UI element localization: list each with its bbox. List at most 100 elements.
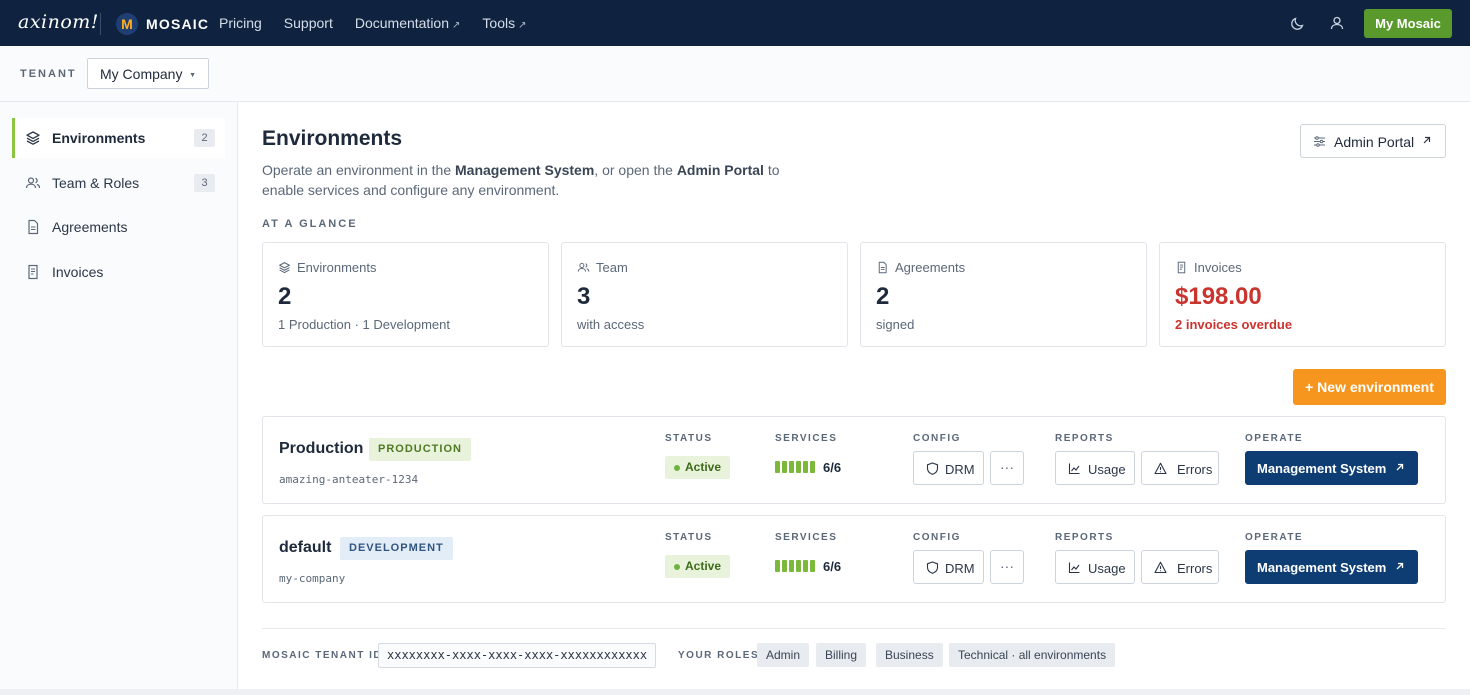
moon-icon[interactable] [1290, 15, 1306, 31]
sidebar: Environments 2 Team & Roles 3 Agreements… [0, 102, 238, 695]
sidebar-item-team-roles[interactable]: Team & Roles 3 [12, 163, 225, 203]
mosaic-product-name[interactable]: MOSAIC [146, 16, 209, 32]
sidebar-item-label: Team & Roles [52, 175, 140, 191]
glance-card-team: Team 3 with access [561, 242, 848, 347]
tenant-selected-value: My Company [100, 65, 183, 82]
usage-report-button[interactable]: Usage [1055, 550, 1135, 584]
reports-column-label: REPORTS [1055, 532, 1114, 543]
bottom-strip [0, 689, 1470, 695]
glance-card-environments: Environments 2 1 Production · 1 Developm… [262, 242, 549, 347]
drm-button[interactable]: DRM [913, 451, 984, 485]
drm-button[interactable]: DRM [913, 550, 984, 584]
glance-label: Team [596, 260, 628, 275]
invoices-overdue-alert[interactable]: 2 invoices overdue [1175, 317, 1292, 332]
usage-report-button[interactable]: Usage [1055, 451, 1135, 485]
services-column-label: SERVICES [775, 532, 838, 543]
tenant-id-value[interactable]: xxxxxxxx-xxxx-xxxx-xxxx-xxxxxxxxxxxx [378, 643, 656, 668]
sidebar-item-agreements[interactable]: Agreements [12, 207, 225, 247]
sidebar-item-environments[interactable]: Environments 2 [12, 118, 225, 158]
role-chip: Admin [757, 643, 810, 667]
glance-card-invoices: Invoices $198.00 2 invoices overdue [1159, 242, 1446, 347]
management-system-button[interactable]: Management System [1245, 451, 1418, 485]
services-bar [775, 461, 815, 473]
sidebar-item-invoices[interactable]: Invoices [12, 252, 225, 292]
roles-label: YOUR ROLES [678, 650, 760, 661]
top-navbar: axinom! M MOSAIC Pricing Support Documen… [0, 0, 1470, 46]
sidebar-item-label: Environments [52, 130, 146, 146]
admin-portal-emphasis: Admin Portal [676, 162, 764, 178]
axinom-logo[interactable]: axinom! [18, 11, 99, 33]
config-column-label: CONFIG [913, 532, 961, 543]
management-system-button[interactable]: Management System [1245, 550, 1418, 584]
nav-links: Pricing Support Documentation ↗ Tools ↗ [219, 15, 548, 31]
operate-column-label: OPERATE [1245, 433, 1304, 444]
tenant-id-label: MOSAIC TENANT ID [262, 650, 383, 661]
status-column-label: STATUS [665, 532, 713, 543]
status-badge: Active [665, 555, 730, 578]
environment-card-default: default DEVELOPMENT my-company STATUS SE… [262, 515, 1446, 603]
management-system-emphasis: Management System [455, 162, 595, 178]
new-environment-button[interactable]: + New environment [1293, 369, 1446, 405]
services-count: 6/6 [823, 559, 842, 574]
layers-icon [26, 131, 40, 145]
tenant-label: TENANT [20, 68, 77, 80]
document-icon [878, 261, 887, 274]
chevron-down-icon: ▼ [189, 72, 196, 79]
sliders-icon [1314, 136, 1325, 147]
external-link-icon [1423, 136, 1431, 144]
receipt-icon [1177, 261, 1186, 274]
admin-portal-button[interactable]: Admin Portal [1300, 124, 1446, 158]
nav-divider [100, 13, 101, 35]
sidebar-count-badge: 2 [194, 129, 215, 147]
external-link-icon [1396, 463, 1404, 471]
environment-type-badge: DEVELOPMENT [340, 537, 453, 560]
environment-slug: amazing-anteater-1234 [279, 473, 419, 486]
glance-value: 2 [278, 283, 292, 310]
warning-icon [1154, 462, 1167, 475]
admin-portal-label: Admin Portal [1334, 134, 1415, 150]
environment-name[interactable]: Production [279, 440, 363, 458]
shield-icon [926, 462, 939, 475]
environment-slug: my-company [279, 572, 346, 585]
environment-type-badge: PRODUCTION [369, 438, 471, 461]
tenant-select[interactable]: My Company ▼ [87, 58, 209, 89]
glance-value: 2 [876, 283, 890, 310]
sidebar-count-badge: 3 [194, 174, 215, 192]
document-icon [28, 219, 39, 235]
tenant-bar: TENANT My Company ▼ [0, 46, 1470, 102]
footer-divider [262, 628, 1446, 629]
mosaic-logo-icon[interactable]: M [116, 13, 138, 35]
my-mosaic-button[interactable]: My Mosaic [1364, 9, 1452, 38]
nav-link-tools[interactable]: Tools ↗ [482, 15, 526, 31]
chart-line-icon [1068, 562, 1080, 574]
config-column-label: CONFIG [913, 433, 961, 444]
external-link-icon [1396, 562, 1404, 570]
user-icon[interactable] [1329, 15, 1345, 31]
services-bar [775, 560, 815, 572]
environment-name[interactable]: default [279, 539, 331, 557]
glance-subtext: 1 Production · 1 Development [278, 317, 450, 332]
more-options-button[interactable]: ··· [990, 550, 1024, 584]
errors-report-button[interactable]: Errors [1141, 451, 1219, 485]
status-dot-icon [674, 465, 680, 471]
nav-link-support[interactable]: Support [284, 15, 333, 31]
users-icon [25, 177, 41, 189]
shield-icon [926, 561, 939, 574]
glance-value: 3 [577, 283, 591, 310]
status-column-label: STATUS [665, 433, 713, 444]
sidebar-item-label: Agreements [52, 219, 128, 235]
glance-label: Agreements [895, 260, 966, 275]
status-dot-icon [674, 564, 680, 570]
nav-link-documentation[interactable]: Documentation ↗ [355, 15, 461, 31]
operate-column-label: OPERATE [1245, 532, 1304, 543]
services-count: 6/6 [823, 460, 842, 475]
glance-section-title: AT A GLANCE [262, 218, 358, 230]
status-badge: Active [665, 456, 730, 479]
role-chip: Technical · all environments [949, 643, 1116, 667]
errors-report-button[interactable]: Errors [1141, 550, 1219, 584]
more-options-button[interactable]: ··· [990, 451, 1024, 485]
warning-icon [1154, 561, 1167, 574]
glance-subtext: with access [577, 317, 645, 332]
nav-link-pricing[interactable]: Pricing [219, 15, 262, 31]
page-description: Operate an environment in the Management… [262, 162, 780, 198]
